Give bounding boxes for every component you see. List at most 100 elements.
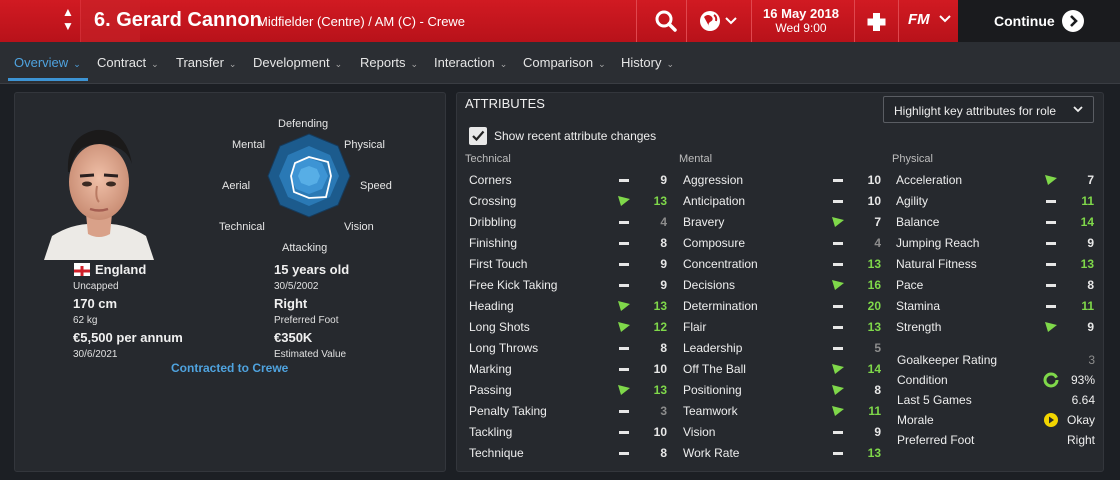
- attribute-row[interactable]: Work Rate 13: [679, 443, 884, 464]
- attribute-row[interactable]: Determination 20: [679, 296, 884, 317]
- contract-club-link[interactable]: Contracted to Crewe: [171, 361, 288, 375]
- tab-development[interactable]: Development ⌄: [247, 42, 348, 84]
- attribute-row[interactable]: Balance 14: [892, 212, 1097, 233]
- tab-transfer[interactable]: Transfer ⌄: [170, 42, 242, 84]
- attribute-name: Flair: [683, 320, 707, 334]
- attribute-name: Finishing: [469, 236, 518, 250]
- attribute-row[interactable]: Acceleration 7: [892, 170, 1097, 191]
- attribute-value: 14: [867, 362, 881, 376]
- attribute-row[interactable]: First Touch 9: [465, 254, 670, 275]
- active-tab-indicator: [8, 78, 88, 81]
- trend-same-icon: [1044, 278, 1058, 292]
- attribute-name: Leadership: [683, 341, 743, 355]
- attribute-value: 8: [1087, 278, 1094, 292]
- highlight-role-dropdown[interactable]: Highlight key attributes for role: [883, 96, 1094, 123]
- contract-expiry: 30/6/2021: [73, 349, 118, 360]
- next-player-icon[interactable]: ▼: [56, 19, 80, 33]
- tab-label: Interaction: [434, 55, 495, 70]
- attribute-name: Agility: [896, 194, 929, 208]
- attribute-name: Positioning: [683, 383, 742, 397]
- radar-label-mental: Mental: [232, 139, 266, 151]
- attribute-row[interactable]: Crossing 13: [465, 191, 670, 212]
- attribute-row[interactable]: Dribbling 4: [465, 212, 670, 233]
- attribute-name: Decisions: [683, 278, 736, 292]
- recent-changes-label[interactable]: Show recent attribute changes: [494, 129, 656, 143]
- attribute-row[interactable]: Finishing 8: [465, 233, 670, 254]
- attribute-row[interactable]: Leadership 5: [679, 338, 884, 359]
- attribute-row[interactable]: Bravery 7: [679, 212, 884, 233]
- tab-history[interactable]: History ⌄: [615, 42, 680, 84]
- stat-name: Morale: [897, 413, 934, 427]
- tab-interaction[interactable]: Interaction ⌄: [428, 42, 513, 84]
- england-flag-icon: [74, 263, 90, 276]
- attribute-row[interactable]: Positioning 8: [679, 380, 884, 401]
- tab-contract[interactable]: Contract ⌄: [91, 42, 165, 84]
- attributes-heading: ATTRIBUTES: [465, 96, 545, 111]
- attribute-row[interactable]: Jumping Reach 9: [892, 233, 1097, 254]
- attribute-row[interactable]: Strength 9: [892, 317, 1097, 338]
- attribute-name: Determination: [683, 299, 758, 313]
- attribute-value: 8: [660, 446, 667, 460]
- radar-label-attacking: Attacking: [282, 242, 328, 254]
- recent-changes-checkbox[interactable]: [469, 127, 487, 145]
- previous-player-icon[interactable]: ▲: [56, 5, 80, 19]
- attribute-name: Concentration: [683, 257, 758, 271]
- attribute-name: Dribbling: [469, 215, 517, 229]
- attribute-row[interactable]: Penalty Taking 3: [465, 401, 670, 422]
- attribute-row[interactable]: Long Throws 8: [465, 338, 670, 359]
- attribute-value: 12: [653, 320, 667, 334]
- game-date[interactable]: 16 May 2018 Wed 9:00: [755, 6, 847, 36]
- chevron-down-icon: ⌄: [151, 59, 159, 69]
- attribute-value: 10: [653, 425, 667, 439]
- checkmark-icon: [472, 130, 485, 142]
- attribute-row[interactable]: Aggression 10: [679, 170, 884, 191]
- medical-button[interactable]: [862, 9, 892, 35]
- trend-same-icon: [617, 215, 631, 229]
- nationality[interactable]: England: [95, 262, 146, 277]
- chevron-down-icon: [939, 15, 951, 23]
- attribute-row[interactable]: Composure 4: [679, 233, 884, 254]
- attribute-row[interactable]: Vision 9: [679, 422, 884, 443]
- attribute-row[interactable]: Agility 11: [892, 191, 1097, 212]
- attribute-row[interactable]: Technique 8: [465, 443, 670, 464]
- attribute-value: 20: [867, 299, 881, 313]
- attribute-name: Aggression: [683, 173, 744, 187]
- age: 15 years old: [274, 262, 350, 277]
- attribute-row[interactable]: Free Kick Taking 9: [465, 275, 670, 296]
- wage: €5,500 per annum: [73, 330, 183, 345]
- time-text: Wed 9:00: [775, 21, 827, 35]
- attribute-row[interactable]: Pace 8: [892, 275, 1097, 296]
- attribute-row[interactable]: Natural Fitness 13: [892, 254, 1097, 275]
- estimated-value: €350K: [274, 330, 313, 345]
- attribute-row[interactable]: Concentration 13: [679, 254, 884, 275]
- attribute-row[interactable]: Marking 10: [465, 359, 670, 380]
- attribute-row[interactable]: Tackling 10: [465, 422, 670, 443]
- continue-button[interactable]: Continue: [958, 0, 1120, 42]
- attribute-row[interactable]: Off The Ball 14: [679, 359, 884, 380]
- attribute-value: 16: [867, 278, 881, 292]
- attribute-row[interactable]: Passing 13: [465, 380, 670, 401]
- morale-icon: [1043, 412, 1059, 431]
- attribute-row[interactable]: Long Shots 12: [465, 317, 670, 338]
- search-button[interactable]: [650, 5, 682, 37]
- attribute-row[interactable]: Heading 13: [465, 296, 670, 317]
- attribute-row[interactable]: Stamina 11: [892, 296, 1097, 317]
- attribute-row[interactable]: Flair 13: [679, 317, 884, 338]
- attribute-value: 13: [867, 257, 881, 271]
- attribute-row[interactable]: Decisions 16: [679, 275, 884, 296]
- trend-up-icon: [617, 194, 631, 208]
- tab-reports[interactable]: Reports ⌄: [354, 42, 424, 84]
- attribute-row[interactable]: Teamwork 11: [679, 401, 884, 422]
- trend-same-icon: [831, 425, 845, 439]
- attribute-name: Work Rate: [683, 446, 740, 460]
- trend-up-icon: [1044, 173, 1058, 187]
- fm-menu-button[interactable]: FM: [908, 11, 952, 33]
- trend-same-icon: [831, 320, 845, 334]
- world-menu-button[interactable]: [697, 8, 741, 34]
- attribute-value: 14: [1080, 215, 1094, 229]
- chevron-down-icon: ⌄: [334, 59, 343, 69]
- attribute-row[interactable]: Corners 9: [465, 170, 670, 191]
- tab-comparison[interactable]: Comparison ⌄: [517, 42, 612, 84]
- attribute-value: 7: [874, 215, 881, 229]
- attribute-row[interactable]: Anticipation 10: [679, 191, 884, 212]
